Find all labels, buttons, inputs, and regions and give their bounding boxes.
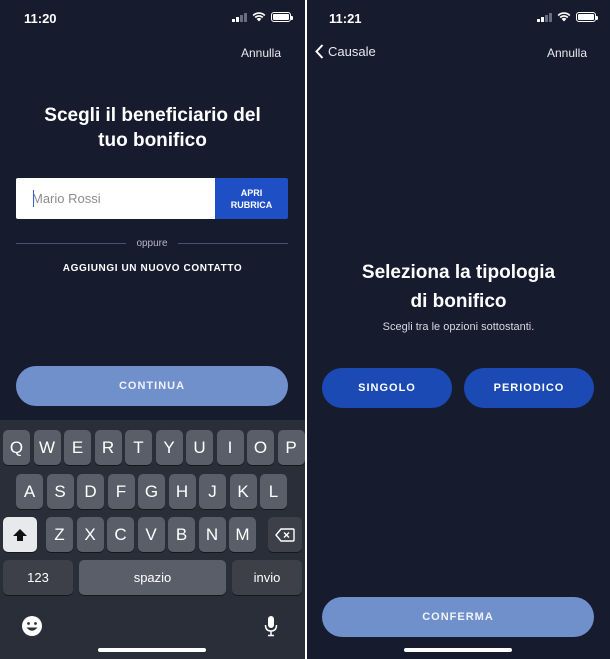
status-time: 11:20 [24,11,57,26]
backspace-key[interactable] [268,517,302,552]
backspace-icon [275,527,295,542]
single-transfer-button[interactable]: SINGOLO [322,368,452,408]
key-u[interactable]: U [186,430,213,465]
key-v[interactable]: V [137,517,165,552]
key-k[interactable]: K [229,474,257,509]
microphone-icon[interactable] [264,615,278,637]
page-title: Seleziona la tipologia di bonifico [361,262,556,312]
key-z[interactable]: Z [46,517,73,552]
page-title: Scegli il beneficiario del tuo bonifico [44,105,261,151]
key-x[interactable]: X [76,517,104,552]
cellular-signal-icon [537,12,552,22]
cancel-link[interactable]: Annulla [547,46,587,60]
key-j[interactable]: J [199,474,226,509]
key-l[interactable]: L [260,474,287,509]
key-p[interactable]: P [277,430,305,465]
space-key[interactable]: spazio [79,560,226,595]
key-f[interactable]: F [107,474,135,509]
key-t[interactable]: T [125,430,152,465]
battery-icon [576,12,598,22]
key-q[interactable]: Q [3,430,30,465]
key-s[interactable]: S [46,474,74,509]
wifi-icon [557,12,571,22]
wifi-icon [252,12,266,22]
emoji-icon[interactable] [21,615,43,637]
numbers-key[interactable]: 123 [3,560,73,595]
keyboard: QWERTYUIOP ASDFGHJKL ZXCVBNM 123 spazio … [0,420,305,659]
key-n[interactable]: N [198,517,226,552]
shift-key[interactable] [3,517,37,552]
chevron-left-icon [315,44,324,59]
home-indicator [404,648,512,652]
key-h[interactable]: H [168,474,196,509]
key-b[interactable]: B [168,517,195,552]
beneficiary-name-input[interactable] [16,178,215,219]
key-o[interactable]: O [247,430,274,465]
periodic-transfer-button[interactable]: PERIODICO [464,368,594,408]
text-caret [33,190,34,207]
page-subtitle: Scegli tra le opzioni sottostanti. [382,321,535,333]
key-a[interactable]: A [16,474,43,509]
transfer-type-screen: 11:21 Causale Annulla Seleziona la tipol… [307,0,610,659]
key-y[interactable]: Y [155,430,183,465]
beneficiary-search-row: APRI RUBRICA [16,178,288,219]
confirm-button[interactable]: CONFERMA [322,597,594,637]
key-c[interactable]: C [107,517,134,552]
shift-icon [13,528,27,541]
return-key[interactable]: invio [232,560,302,595]
status-time: 11:21 [329,11,362,26]
battery-icon [271,12,293,22]
continue-button[interactable]: CONTINUA [16,366,288,406]
status-bar: 11:21 [307,0,610,36]
back-button[interactable]: Causale [315,44,376,59]
add-new-contact-link[interactable]: AGGIUNGI UN NUOVO CONTATTO [0,263,305,274]
open-contacts-button[interactable]: APRI RUBRICA [215,178,288,219]
cancel-link[interactable]: Annulla [241,46,281,60]
key-r[interactable]: R [94,430,122,465]
key-d[interactable]: D [77,474,104,509]
key-w[interactable]: W [33,430,61,465]
key-g[interactable]: G [138,474,165,509]
key-m[interactable]: M [229,517,256,552]
key-i[interactable]: I [216,430,244,465]
beneficiary-screen: 11:20 Annulla Scegli il beneficiario del… [0,0,305,659]
key-e[interactable]: E [64,430,91,465]
home-indicator [98,648,206,652]
cellular-signal-icon [232,12,247,22]
or-divider: oppure [16,238,289,249]
status-bar: 11:20 [0,0,305,36]
